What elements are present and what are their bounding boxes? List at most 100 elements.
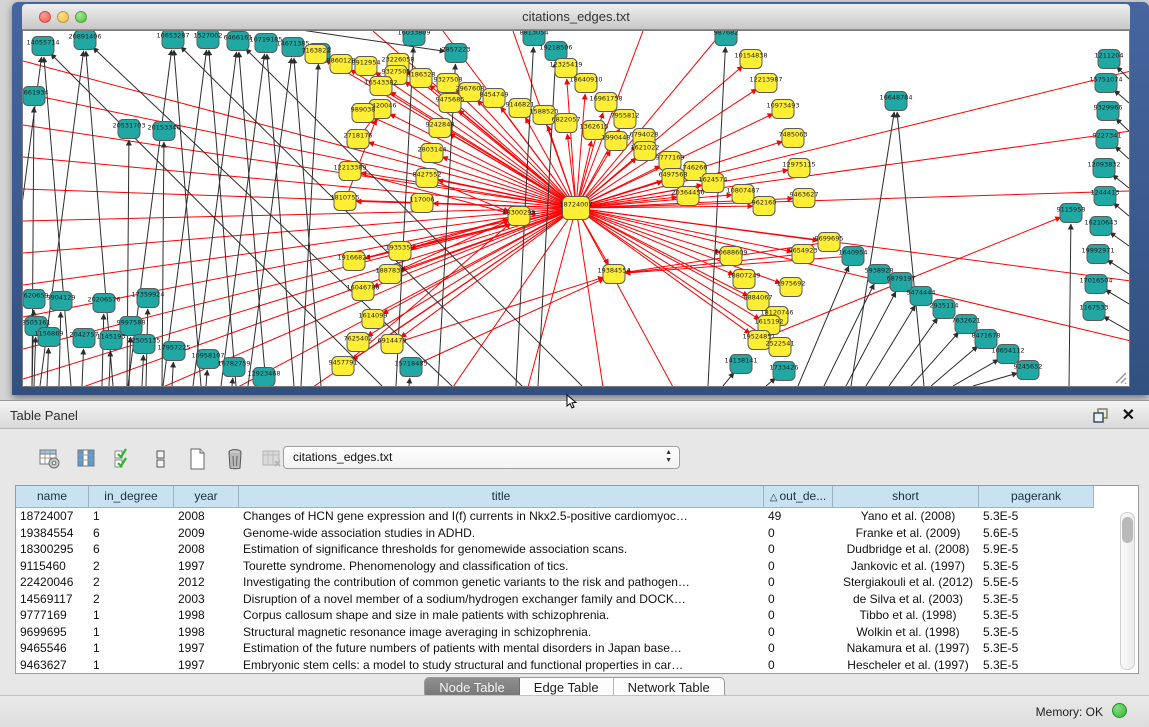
table-row[interactable]: 946554611997Estimation of the future num… (16, 640, 1138, 657)
network-node[interactable]: 16648784 (879, 92, 912, 111)
network-node[interactable]: 9777169 (656, 152, 685, 171)
network-node[interactable]: 7857223 (442, 44, 471, 63)
window-titlebar[interactable]: citations_edges.txt (22, 4, 1130, 30)
network-edge[interactable] (889, 318, 938, 386)
network-edge[interactable] (373, 117, 576, 208)
vertical-scrollbar[interactable] (1120, 512, 1135, 670)
table-cell[interactable]: 5.5E-5 (979, 574, 1094, 591)
network-edge[interactable] (1110, 232, 1129, 246)
table-cell[interactable]: Dudbridge et al. (2008) (833, 541, 979, 558)
network-edge[interactable] (824, 284, 874, 386)
network-node[interactable]: 20153346 (147, 122, 180, 141)
network-node[interactable]: 1661934 (23, 87, 48, 106)
network-edge[interactable] (409, 378, 410, 386)
table-row[interactable]: 969969511998Structural magnetic resonanc… (16, 624, 1138, 641)
table-cell[interactable]: 0 (764, 525, 833, 542)
table-cell[interactable]: Genome-wide association studies in ADHD. (239, 525, 764, 542)
table-cell[interactable]: Embryonic stem cells: a model to study s… (239, 657, 764, 674)
network-node[interactable]: 19384554 (597, 265, 630, 284)
table-cell[interactable]: Investigating the contribution of common… (239, 574, 764, 591)
network-node[interactable]: 9115958 (1057, 204, 1086, 223)
network-node[interactable]: 1145193 (97, 331, 126, 350)
network-node[interactable]: 989038 (351, 104, 376, 123)
network-node[interactable]: 6914479 (378, 335, 407, 354)
network-node[interactable]: 8454749 (480, 89, 509, 108)
network-node[interactable]: 10154838 (734, 50, 767, 69)
resize-grip-icon[interactable] (1113, 370, 1127, 384)
network-edge[interactable] (400, 208, 576, 270)
network-node[interactable]: 18300295 (502, 207, 535, 226)
network-node[interactable]: 6466161 (224, 32, 253, 51)
network-node[interactable]: 1156869 (35, 328, 64, 347)
network-canvas[interactable]: 1405571420891406106532871527002646616110… (22, 30, 1130, 387)
network-node[interactable]: 2718176 (344, 130, 373, 149)
memory-ok-indicator[interactable] (1112, 703, 1127, 718)
network-edge[interactable] (1107, 260, 1129, 274)
table-cell[interactable]: 5.3E-5 (979, 558, 1094, 575)
table-cell[interactable]: 1997 (174, 558, 239, 575)
network-node[interactable]: 16046786 (346, 282, 379, 301)
table-cell[interactable]: 22420046 (16, 574, 89, 591)
network-edge[interactable] (1113, 175, 1129, 188)
table-cell[interactable]: 2009 (174, 525, 239, 542)
table-cell[interactable]: 9115460 (16, 558, 89, 575)
network-node[interactable]: 1640954 (839, 247, 868, 266)
network-node[interactable]: 9699695 (815, 233, 844, 252)
table-cell[interactable]: Stergiakouli et al. (2012) (833, 574, 979, 591)
import-table-icon[interactable] (260, 447, 284, 471)
network-node[interactable]: 7955812 (611, 110, 640, 129)
network-node[interactable]: 1975692 (777, 278, 806, 297)
network-edge[interactable] (23, 61, 576, 208)
table-cell[interactable]: 5.6E-5 (979, 525, 1094, 542)
network-node[interactable]: 12093832 (1087, 159, 1120, 178)
network-edge[interactable] (798, 266, 849, 386)
network-node[interactable]: 14055714 (26, 37, 59, 56)
table-cell[interactable]: Jankovic et al. (1997) (833, 558, 979, 575)
network-node[interactable]: 6822057 (552, 114, 581, 133)
network-edge[interactable] (411, 208, 576, 248)
delete-table-icon[interactable] (223, 447, 247, 471)
network-node[interactable]: 15718485 (394, 358, 427, 377)
network-node[interactable]: 1614099 (359, 310, 388, 329)
network-edge[interactable] (576, 71, 1129, 208)
network-edge[interactable] (174, 50, 201, 386)
network-node[interactable]: 12213987 (749, 74, 782, 93)
scrollbar-thumb[interactable] (1122, 517, 1133, 543)
network-node[interactable]: 20206576 (87, 294, 120, 313)
column-header-year[interactable]: year (174, 486, 239, 508)
table-cell[interactable]: 0 (764, 591, 833, 608)
table-cell[interactable]: 5.3E-5 (979, 624, 1094, 641)
network-edge[interactable] (59, 312, 61, 386)
network-node[interactable]: 6497568 (659, 169, 688, 188)
table-cell[interactable]: Corpus callosum shape and size in male p… (239, 607, 764, 624)
table-cell[interactable]: 2008 (174, 541, 239, 558)
network-node[interactable]: 1211204 (1095, 50, 1124, 69)
table-row[interactable]: 1938455462009Genome-wide association stu… (16, 525, 1138, 542)
table-cell[interactable]: 9699695 (16, 624, 89, 641)
column-visibility-icon[interactable] (75, 447, 99, 471)
network-edge[interactable] (866, 305, 915, 386)
table-cell[interactable]: Estimation of significance thresholds fo… (239, 541, 764, 558)
network-node[interactable]: 1887834 (376, 265, 405, 284)
network-node[interactable]: 16543382 (364, 77, 397, 96)
network-node[interactable]: 18807249 (727, 270, 760, 289)
stacked-rows-icon[interactable] (149, 447, 173, 471)
table-cell[interactable]: Disruption of a novel member of a sodium… (239, 591, 764, 608)
network-node[interactable]: 8912954 (352, 57, 381, 76)
table-cell[interactable]: 0 (764, 624, 833, 641)
table-row[interactable]: 2242004622012Investigating the contribut… (16, 574, 1138, 591)
network-node[interactable]: 1810755 (331, 192, 360, 211)
table-cell[interactable]: Franke et al. (2009) (833, 525, 979, 542)
table-cell[interactable]: 1 (89, 640, 174, 657)
table-row[interactable]: 946362711997Embryonic stem cells: a mode… (16, 657, 1138, 674)
table-cell[interactable]: 5.3E-5 (979, 508, 1094, 525)
network-edge[interactable] (449, 134, 576, 208)
network-node[interactable]: 9463627 (790, 189, 819, 208)
network-node[interactable]: 2620659 (23, 290, 48, 309)
network-node[interactable]: 2522541 (766, 338, 795, 357)
network-node[interactable]: 15751074 (1089, 74, 1122, 93)
network-edge[interactable] (47, 348, 49, 386)
column-header-name[interactable]: name (16, 486, 89, 508)
network-edge[interactable] (1069, 224, 1071, 386)
network-node[interactable]: 2803144 (418, 144, 447, 163)
